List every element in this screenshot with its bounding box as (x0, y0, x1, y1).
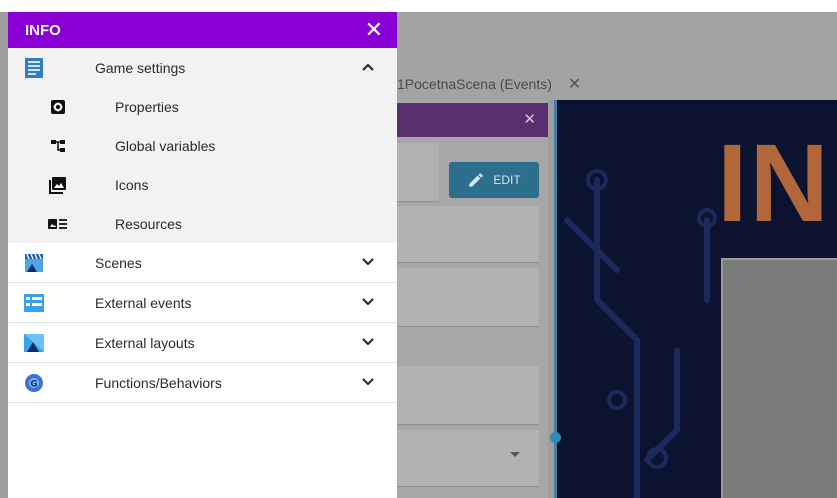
preview-title-text: IN (717, 122, 831, 245)
external-layouts-icon (22, 331, 46, 355)
section-external-events[interactable]: External events (8, 283, 397, 323)
scenes-clapper-icon (22, 251, 46, 275)
item-properties[interactable]: Properties (8, 87, 397, 126)
item-resources[interactable]: Resources (8, 204, 397, 243)
background-tab-close-icon: ✕ (567, 76, 582, 93)
image-icon (48, 175, 68, 195)
chevron-down-icon[interactable] (361, 255, 375, 269)
section-scenes[interactable]: Scenes (8, 243, 397, 283)
chevron-down-icon[interactable] (361, 335, 375, 349)
background-resize-handle (550, 432, 561, 443)
variables-tree-icon (48, 136, 68, 156)
svg-text:G: G (30, 379, 37, 389)
item-label: Resources (115, 215, 182, 232)
resources-icon (48, 214, 68, 234)
background-panel-close-icon: ✕ (523, 111, 536, 128)
section-label: External layouts (95, 334, 195, 351)
drawer-title: INFO (25, 21, 61, 39)
drawer-body: Game settings Properties Global variable… (8, 48, 397, 403)
external-events-icon (22, 291, 46, 315)
background-field (397, 143, 439, 202)
background-edit-button: EDIT (449, 162, 539, 198)
section-external-layouts[interactable]: External layouts (8, 323, 397, 363)
background-panel-header: ✕ (397, 103, 548, 137)
item-label: Global variables (115, 137, 216, 154)
section-label: External events (95, 294, 192, 311)
background-field (397, 206, 539, 263)
item-icons[interactable]: Icons (8, 165, 397, 204)
section-label: Functions/Behaviors (95, 374, 222, 391)
background-select (397, 430, 539, 487)
item-label: Properties (115, 98, 179, 115)
background-select-arrow-icon (510, 452, 520, 457)
close-icon[interactable]: ✕ (365, 19, 383, 41)
functions-behaviors-icon: G (22, 371, 46, 395)
chevron-up-icon[interactable] (361, 60, 375, 74)
game-settings-icon (22, 56, 46, 80)
background-scene-preview: IN (556, 100, 837, 498)
chevron-down-icon[interactable] (361, 295, 375, 309)
section-label: Game settings (95, 59, 186, 76)
item-label: Icons (115, 176, 149, 193)
background-tab: 1PocetnaScena (Events) ✕ (397, 68, 581, 100)
background-tab-label: 1PocetnaScena (Events) (397, 76, 552, 92)
background-top-strip (0, 0, 837, 12)
section-game-settings[interactable]: Game settings (8, 48, 397, 87)
chevron-down-icon[interactable] (361, 375, 375, 389)
background-field (397, 366, 539, 425)
pencil-icon (469, 173, 484, 187)
background-edit-label: EDIT (493, 173, 521, 187)
project-manager-drawer: INFO ✕ Game settings Properties Global v… (8, 12, 397, 498)
game-settings-items: Properties Global variables Icons Resour… (8, 87, 397, 243)
background-field (397, 268, 539, 327)
gear-icon (48, 97, 68, 117)
drawer-header: INFO ✕ (8, 12, 397, 48)
section-functions-behaviors[interactable]: G Functions/Behaviors (8, 363, 397, 403)
section-label: Scenes (95, 254, 142, 271)
preview-card (721, 258, 837, 498)
item-global-variables[interactable]: Global variables (8, 126, 397, 165)
